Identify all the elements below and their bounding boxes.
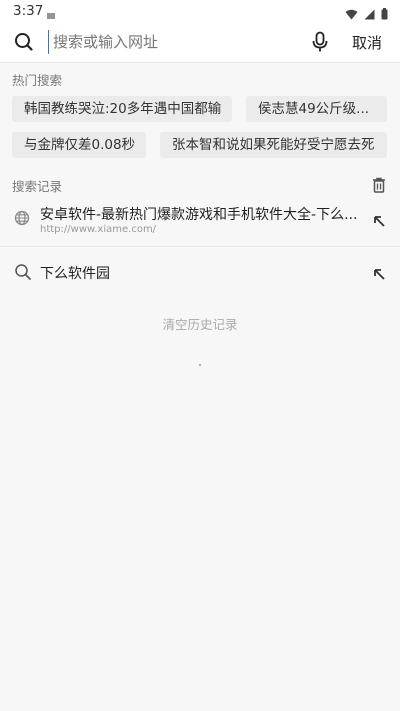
battery-icon [381,5,388,24]
cancel-button[interactable]: 取消 [352,32,382,53]
signal-icon [364,5,375,24]
search-input[interactable] [48,30,293,54]
hot-search-chip[interactable]: 侯志慧49公斤级... [246,96,387,122]
mic-icon[interactable] [311,31,329,57]
status-time: 3:37 [13,3,44,19]
hot-search-title: 热门搜索 [12,73,63,88]
clear-history-button[interactable]: 清空历史记录 [0,314,400,333]
history-item-title: 安卓软件-最新热门爆款游戏和手机软件大全-下么... [40,207,358,223]
wifi-icon [345,5,358,24]
hot-search-chip[interactable]: 与金牌仅差0.08秒 [12,132,146,158]
status-icons [345,5,388,24]
search-history-title: 搜索记录 [12,179,63,194]
divider [0,62,400,63]
history-item[interactable]: 安卓软件-最新热门爆款游戏和手机软件大全-下么... http://www.xi… [0,198,400,246]
hot-search-chip[interactable]: 韩国教练哭泣:20多年遇中国都输 [12,96,232,122]
globe-icon [14,210,30,230]
search-icon [14,263,32,285]
notification-icon [46,6,56,25]
history-item[interactable]: 下么软件园 [0,258,400,288]
status-bar: 3:37 [0,0,400,24]
history-item-url: http://www.xiame.com/ [40,224,157,235]
search-icon[interactable] [14,32,34,56]
divider [0,246,400,247]
trash-icon[interactable] [372,177,386,197]
history-item-title: 下么软件园 [40,266,110,282]
decorative-dot [199,364,201,366]
search-bar: 取消 [0,24,400,62]
arrow-up-left-icon[interactable] [372,213,386,232]
hot-search-chip[interactable]: 张本智和说如果死能好受宁愿去死 [160,132,387,158]
arrow-up-left-icon[interactable] [372,266,386,285]
